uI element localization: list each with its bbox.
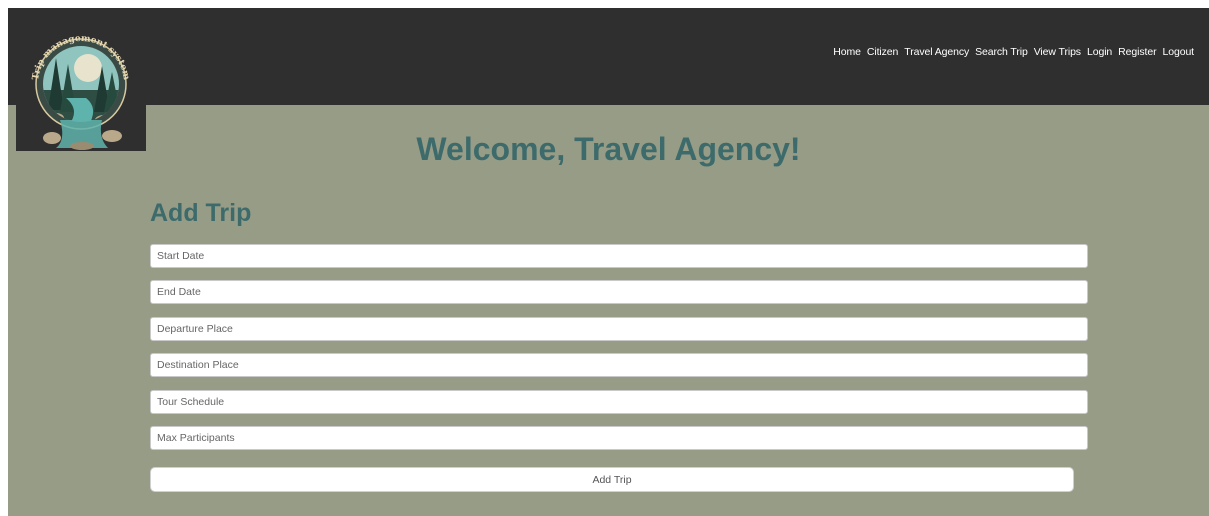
nav-travel-agency[interactable]: Travel Agency bbox=[904, 46, 969, 58]
site-logo[interactable]: Trip management system bbox=[16, 20, 146, 151]
nav-register[interactable]: Register bbox=[1118, 46, 1156, 58]
add-trip-button[interactable]: Add Trip bbox=[150, 467, 1074, 492]
nav-login[interactable]: Login bbox=[1087, 46, 1112, 58]
page-frame: Home Citizen Travel Agency Search Trip V… bbox=[8, 8, 1209, 516]
tour-schedule-input[interactable] bbox=[150, 390, 1088, 414]
max-participants-input[interactable] bbox=[150, 426, 1088, 450]
add-trip-title: Add Trip bbox=[150, 199, 252, 227]
main-nav: Home Citizen Travel Agency Search Trip V… bbox=[827, 46, 1194, 58]
end-date-input[interactable] bbox=[150, 280, 1088, 304]
nav-view-trips[interactable]: View Trips bbox=[1034, 46, 1081, 58]
start-date-input[interactable] bbox=[150, 244, 1088, 268]
nav-citizen[interactable]: Citizen bbox=[867, 46, 899, 58]
departure-place-input[interactable] bbox=[150, 317, 1088, 341]
forest-river-logo-icon: Trip management system bbox=[31, 34, 131, 150]
top-header: Home Citizen Travel Agency Search Trip V… bbox=[8, 8, 1209, 105]
nav-search-trip[interactable]: Search Trip bbox=[975, 46, 1028, 58]
nav-logout[interactable]: Logout bbox=[1162, 46, 1194, 58]
destination-place-input[interactable] bbox=[150, 353, 1088, 377]
nav-home[interactable]: Home bbox=[833, 46, 861, 58]
welcome-heading: Welcome, Travel Agency! bbox=[416, 131, 801, 167]
